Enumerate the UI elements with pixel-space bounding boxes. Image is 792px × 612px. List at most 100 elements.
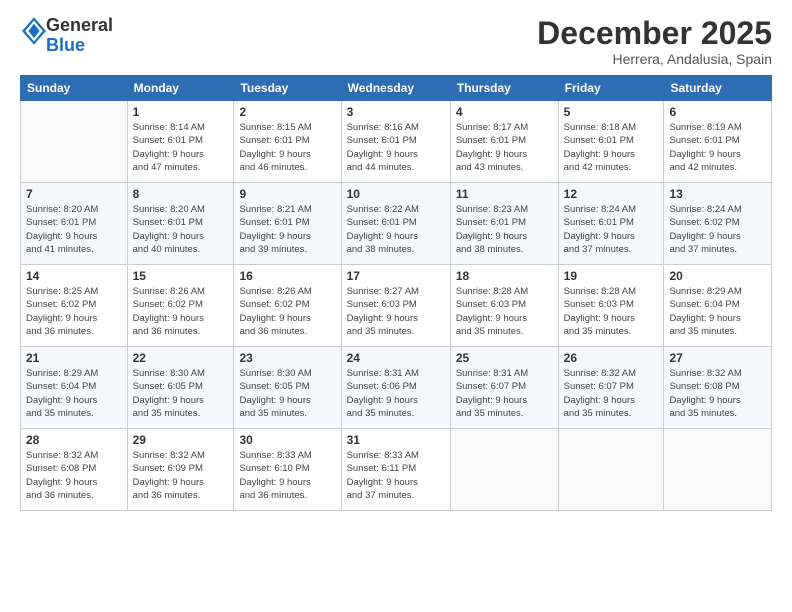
calendar-cell: 16Sunrise: 8:26 AM Sunset: 6:02 PM Dayli… <box>234 265 341 347</box>
day-number: 15 <box>133 269 229 283</box>
day-number: 17 <box>347 269 445 283</box>
day-number: 8 <box>133 187 229 201</box>
calendar-cell: 17 Sunrise: 8:27 AM Sunset: 6:03 PM Dayli… <box>341 265 450 347</box>
calendar-week-5: 28 Sunrise: 8:32 AM Sunset: 6:08 PM Dayli… <box>21 429 772 511</box>
day-info: Sunrise: 8:28 AM Sunset: 6:03 PM Dayligh… <box>564 285 659 338</box>
day-number: 13 <box>669 187 766 201</box>
calendar-cell: 7Sunrise: 8:20 AM Sunset: 6:01 PM Daylig… <box>21 183 128 265</box>
calendar-cell <box>21 101 128 183</box>
day-info: Sunrise: 8:24 AM Sunset: 6:01 PM Dayligh… <box>564 203 659 256</box>
calendar-cell <box>450 429 558 511</box>
calendar-cell: 2 Sunrise: 8:15 AM Sunset: 6:01 PM Daylig… <box>234 101 341 183</box>
day-number: 12 <box>564 187 659 201</box>
day-info: Sunrise: 8:31 AM Sunset: 6:07 PM Dayligh… <box>456 367 553 420</box>
calendar-table: SundayMondayTuesdayWednesdayThursdayFrid… <box>20 75 772 511</box>
calendar-cell: 14 Sunrise: 8:25 AM Sunset: 6:02 PM Dayli… <box>21 265 128 347</box>
page: General Blue December 2025 Herrera, Anda… <box>0 0 792 612</box>
title-block: December 2025 Herrera, Andalusia, Spain <box>537 16 772 67</box>
calendar-cell: 5Sunrise: 8:18 AM Sunset: 6:01 PM Daylig… <box>558 101 664 183</box>
calendar-cell: 8 Sunrise: 8:20 AM Sunset: 6:01 PM Daylig… <box>127 183 234 265</box>
calendar-cell: 28 Sunrise: 8:32 AM Sunset: 6:08 PM Dayli… <box>21 429 128 511</box>
day-info: Sunrise: 8:17 AM Sunset: 6:01 PM Dayligh… <box>456 121 553 174</box>
day-number: 6 <box>669 105 766 119</box>
day-number: 19 <box>564 269 659 283</box>
day-number: 16 <box>239 269 335 283</box>
calendar-cell <box>558 429 664 511</box>
day-info: Sunrise: 8:14 AM Sunset: 6:01 PM Dayligh… <box>133 121 229 174</box>
day-number: 14 <box>26 269 122 283</box>
month-title: December 2025 <box>537 16 772 51</box>
weekday-header-row: SundayMondayTuesdayWednesdayThursdayFrid… <box>21 76 772 101</box>
weekday-header-wednesday: Wednesday <box>341 76 450 101</box>
day-info: Sunrise: 8:19 AM Sunset: 6:01 PM Dayligh… <box>669 121 766 174</box>
weekday-header-monday: Monday <box>127 76 234 101</box>
day-info: Sunrise: 8:16 AM Sunset: 6:01 PM Dayligh… <box>347 121 445 174</box>
day-number: 26 <box>564 351 659 365</box>
day-number: 18 <box>456 269 553 283</box>
day-info: Sunrise: 8:28 AM Sunset: 6:03 PM Dayligh… <box>456 285 553 338</box>
day-info: Sunrise: 8:27 AM Sunset: 6:03 PM Dayligh… <box>347 285 445 338</box>
calendar-cell: 3 Sunrise: 8:16 AM Sunset: 6:01 PM Daylig… <box>341 101 450 183</box>
calendar-cell: 19 Sunrise: 8:28 AM Sunset: 6:03 PM Dayli… <box>558 265 664 347</box>
calendar-cell: 29Sunrise: 8:32 AM Sunset: 6:09 PM Dayli… <box>127 429 234 511</box>
day-number: 31 <box>347 433 445 447</box>
calendar-cell: 25 Sunrise: 8:31 AM Sunset: 6:07 PM Dayli… <box>450 347 558 429</box>
calendar-cell <box>664 429 772 511</box>
day-number: 27 <box>669 351 766 365</box>
day-number: 30 <box>239 433 335 447</box>
calendar-body: 1 Sunrise: 8:14 AM Sunset: 6:01 PM Daylig… <box>21 101 772 511</box>
day-info: Sunrise: 8:29 AM Sunset: 6:04 PM Dayligh… <box>26 367 122 420</box>
day-info: Sunrise: 8:23 AM Sunset: 6:01 PM Dayligh… <box>456 203 553 256</box>
calendar-cell: 31 Sunrise: 8:33 AM Sunset: 6:11 PM Dayli… <box>341 429 450 511</box>
day-number: 29 <box>133 433 229 447</box>
day-info: Sunrise: 8:31 AM Sunset: 6:06 PM Dayligh… <box>347 367 445 420</box>
calendar-cell: 9Sunrise: 8:21 AM Sunset: 6:01 PM Daylig… <box>234 183 341 265</box>
weekday-header-tuesday: Tuesday <box>234 76 341 101</box>
calendar-week-2: 7Sunrise: 8:20 AM Sunset: 6:01 PM Daylig… <box>21 183 772 265</box>
day-number: 3 <box>347 105 445 119</box>
logo-general-text: General <box>46 15 113 35</box>
day-number: 20 <box>669 269 766 283</box>
calendar-cell: 13Sunrise: 8:24 AM Sunset: 6:02 PM Dayli… <box>664 183 772 265</box>
calendar-cell: 6 Sunrise: 8:19 AM Sunset: 6:01 PM Daylig… <box>664 101 772 183</box>
day-number: 28 <box>26 433 122 447</box>
calendar-week-1: 1 Sunrise: 8:14 AM Sunset: 6:01 PM Daylig… <box>21 101 772 183</box>
day-info: Sunrise: 8:30 AM Sunset: 6:05 PM Dayligh… <box>133 367 229 420</box>
weekday-header-sunday: Sunday <box>21 76 128 101</box>
day-info: Sunrise: 8:33 AM Sunset: 6:11 PM Dayligh… <box>347 449 445 502</box>
day-number: 21 <box>26 351 122 365</box>
logo-blue-text: Blue <box>46 35 85 55</box>
location-title: Herrera, Andalusia, Spain <box>537 51 772 67</box>
day-info: Sunrise: 8:32 AM Sunset: 6:07 PM Dayligh… <box>564 367 659 420</box>
calendar-cell: 15Sunrise: 8:26 AM Sunset: 6:02 PM Dayli… <box>127 265 234 347</box>
day-number: 25 <box>456 351 553 365</box>
day-info: Sunrise: 8:25 AM Sunset: 6:02 PM Dayligh… <box>26 285 122 338</box>
day-number: 22 <box>133 351 229 365</box>
day-info: Sunrise: 8:33 AM Sunset: 6:10 PM Dayligh… <box>239 449 335 502</box>
weekday-header-saturday: Saturday <box>664 76 772 101</box>
calendar-week-4: 21 Sunrise: 8:29 AM Sunset: 6:04 PM Dayli… <box>21 347 772 429</box>
weekday-header-friday: Friday <box>558 76 664 101</box>
day-info: Sunrise: 8:22 AM Sunset: 6:01 PM Dayligh… <box>347 203 445 256</box>
day-number: 11 <box>456 187 553 201</box>
calendar-cell: 4 Sunrise: 8:17 AM Sunset: 6:01 PM Daylig… <box>450 101 558 183</box>
day-number: 24 <box>347 351 445 365</box>
calendar-cell: 24 Sunrise: 8:31 AM Sunset: 6:06 PM Dayli… <box>341 347 450 429</box>
weekday-header-thursday: Thursday <box>450 76 558 101</box>
day-number: 10 <box>347 187 445 201</box>
day-info: Sunrise: 8:20 AM Sunset: 6:01 PM Dayligh… <box>133 203 229 256</box>
calendar-cell: 20Sunrise: 8:29 AM Sunset: 6:04 PM Dayli… <box>664 265 772 347</box>
header: General Blue December 2025 Herrera, Anda… <box>20 16 772 67</box>
calendar-cell: 11 Sunrise: 8:23 AM Sunset: 6:01 PM Dayli… <box>450 183 558 265</box>
logo: General Blue <box>20 16 113 56</box>
calendar-cell: 1 Sunrise: 8:14 AM Sunset: 6:01 PM Daylig… <box>127 101 234 183</box>
day-info: Sunrise: 8:32 AM Sunset: 6:08 PM Dayligh… <box>26 449 122 502</box>
day-number: 4 <box>456 105 553 119</box>
day-info: Sunrise: 8:18 AM Sunset: 6:01 PM Dayligh… <box>564 121 659 174</box>
calendar-cell: 30 Sunrise: 8:33 AM Sunset: 6:10 PM Dayli… <box>234 429 341 511</box>
day-number: 2 <box>239 105 335 119</box>
day-number: 1 <box>133 105 229 119</box>
calendar-cell: 22 Sunrise: 8:30 AM Sunset: 6:05 PM Dayli… <box>127 347 234 429</box>
day-info: Sunrise: 8:30 AM Sunset: 6:05 PM Dayligh… <box>239 367 335 420</box>
day-info: Sunrise: 8:15 AM Sunset: 6:01 PM Dayligh… <box>239 121 335 174</box>
